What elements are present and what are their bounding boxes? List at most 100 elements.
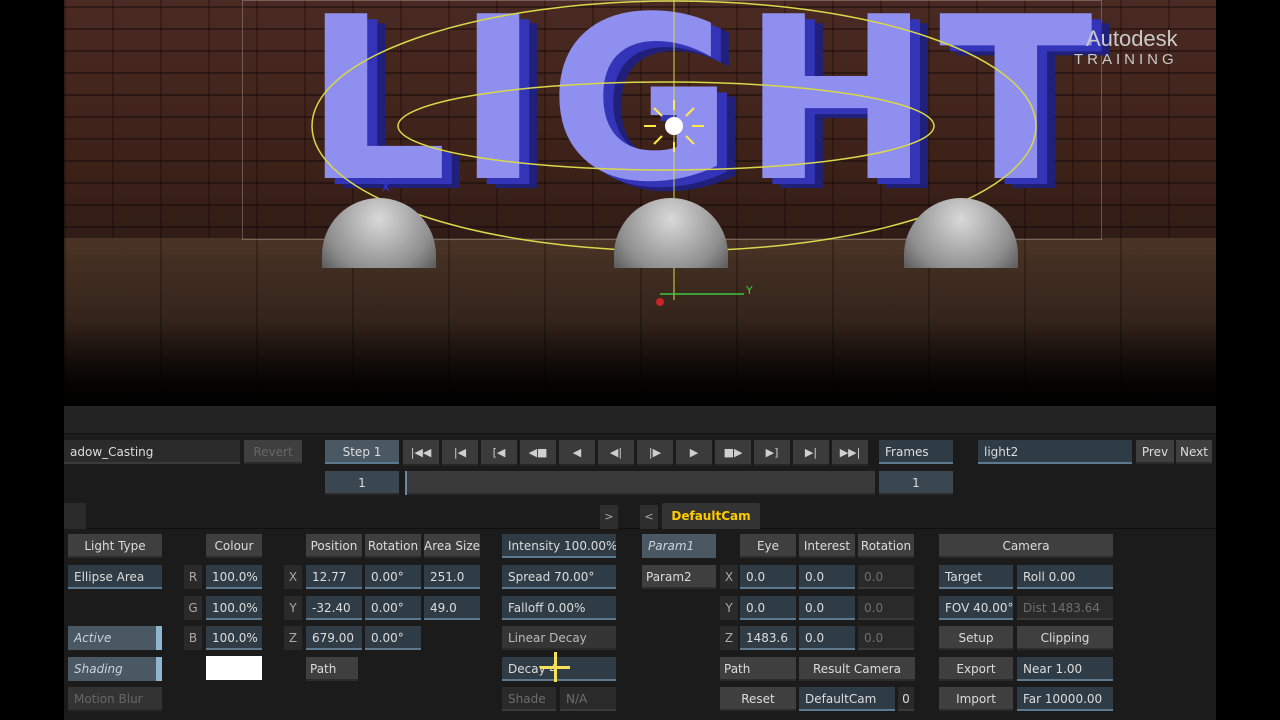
cam-x-label: X	[720, 565, 738, 589]
light-gizmo[interactable]	[64, 0, 1216, 406]
y-label: Y	[284, 596, 302, 620]
play-backward-icon[interactable]: ◀	[559, 440, 595, 466]
colour-header: Colour	[206, 534, 262, 558]
motion-blur-toggle[interactable]: Motion Blur	[68, 687, 162, 711]
step-button[interactable]: Step 1	[325, 440, 399, 464]
import-button[interactable]: Import	[939, 687, 1013, 711]
interest-z-field[interactable]: 0.0	[799, 626, 855, 650]
cam-rotation-z-field: 0.0	[858, 626, 914, 650]
step-value-field[interactable]: 1	[325, 471, 399, 495]
active-toggle[interactable]: Active	[68, 626, 162, 650]
clipping-button[interactable]: Clipping	[1017, 626, 1113, 650]
camera-header: Camera	[939, 534, 1113, 558]
left-tab-stub[interactable]	[64, 503, 86, 529]
export-button[interactable]: Export	[939, 657, 1013, 681]
light-path-button[interactable]: Path	[306, 657, 358, 681]
position-y-field[interactable]: -32.40	[306, 596, 362, 620]
falloff-field[interactable]: Falloff 0.00%	[502, 596, 616, 620]
g-label: G	[184, 596, 202, 620]
next-button[interactable]: Next	[1176, 440, 1212, 464]
x-label: X	[284, 565, 302, 589]
expand-left-button[interactable]: <	[640, 505, 658, 529]
area-size-x-field[interactable]: 251.0	[424, 565, 480, 589]
reset-button[interactable]: Reset	[720, 687, 796, 711]
intensity-field[interactable]: Intensity 100.00%	[502, 534, 616, 558]
dist-field: Dist 1483.64	[1017, 596, 1113, 620]
timeline-playhead[interactable]	[405, 471, 407, 495]
target-button[interactable]: Target	[939, 565, 1013, 589]
timeline-slider[interactable]	[405, 471, 875, 495]
shading-toggle[interactable]: Shading	[68, 657, 162, 681]
colour-swatch[interactable]	[206, 656, 262, 680]
colour-g-field[interactable]: 100.0%	[206, 596, 262, 620]
area-size-header: Area Size	[424, 534, 480, 558]
shade-na-field: N/A	[560, 687, 616, 711]
spread-field[interactable]: Spread 70.00°	[502, 565, 616, 589]
area-size-y-field[interactable]: 49.0	[424, 596, 480, 620]
roll-field[interactable]: Roll 0.00	[1017, 565, 1113, 589]
right-letterbox	[1216, 0, 1280, 406]
frame-forward-icon[interactable]: |▶	[637, 440, 673, 466]
light-editor-panel: adow_Casting Revert Step 1 1 |◀◀ |◀ [◀ ◀…	[64, 406, 1216, 720]
frames-value-field[interactable]: 1	[879, 471, 953, 495]
expand-right-button[interactable]: >	[600, 505, 618, 529]
tab-defaultcam[interactable]: DefaultCam	[662, 503, 760, 529]
play-forward-icon[interactable]: ▶	[676, 440, 712, 466]
reverse-play-icon[interactable]: ◀■	[520, 440, 556, 466]
step-back-icon[interactable]: [◀	[481, 440, 517, 466]
interest-header: Interest	[799, 534, 855, 558]
cam-rotation-header: Rotation	[858, 534, 914, 558]
eye-z-field[interactable]: 1483.6	[740, 626, 796, 650]
eye-x-field[interactable]: 0.0	[740, 565, 796, 589]
forward-play-icon[interactable]: ■▶	[715, 440, 751, 466]
prev-keyframe-icon[interactable]: |◀	[442, 440, 478, 466]
position-header: Position	[306, 534, 362, 558]
frames-button[interactable]: Frames	[879, 440, 953, 464]
colour-r-field[interactable]: 100.0%	[206, 565, 262, 589]
result-camera-button[interactable]: Result Camera	[799, 657, 915, 681]
interest-y-field[interactable]: 0.0	[799, 596, 855, 620]
frame-back-icon[interactable]: ◀|	[598, 440, 634, 466]
linear-decay-dropdown[interactable]: Linear Decay	[502, 626, 616, 650]
camera-index-field[interactable]: 0	[898, 687, 914, 711]
cam-rotation-y-field: 0.0	[858, 596, 914, 620]
fov-field[interactable]: FOV 40.00°	[939, 596, 1013, 620]
position-z-field[interactable]: 679.00	[306, 626, 362, 650]
position-x-field[interactable]: 12.77	[306, 565, 362, 589]
z-label: Z	[284, 626, 302, 650]
rotation-x-field[interactable]: 0.00°	[365, 565, 421, 589]
3d-viewport[interactable]: LIGHT X Y Autodesk TRAINING	[64, 0, 1216, 406]
panel-top-bar	[64, 406, 1216, 434]
light-type-dropdown[interactable]: Ellipse Area	[68, 565, 162, 589]
r-label: R	[184, 565, 202, 589]
rotation-y-field[interactable]: 0.00°	[365, 596, 421, 620]
param2-button[interactable]: Param2	[642, 565, 716, 589]
cam-y-label: Y	[720, 596, 738, 620]
eye-y-field[interactable]: 0.0	[740, 596, 796, 620]
light-name-field[interactable]: light2	[978, 440, 1132, 464]
prev-button[interactable]: Prev	[1136, 440, 1174, 464]
colour-b-field[interactable]: 100.0%	[206, 626, 262, 650]
interest-x-field[interactable]: 0.0	[799, 565, 855, 589]
rotation-header: Rotation	[365, 534, 421, 558]
b-label: B	[184, 626, 202, 650]
setup-button[interactable]: Setup	[939, 626, 1013, 650]
eye-header: Eye	[740, 534, 796, 558]
axis-label-y: Y	[746, 284, 753, 297]
step-forward-icon[interactable]: ▶]	[754, 440, 790, 466]
goto-end-icon[interactable]: ▶▶|	[832, 440, 868, 466]
cam-rotation-x-field: 0.0	[858, 565, 914, 589]
node-name-field[interactable]: adow_Casting	[64, 440, 240, 464]
near-field[interactable]: Near 1.00	[1017, 657, 1113, 681]
light-type-header: Light Type	[68, 534, 162, 558]
param1-button[interactable]: Param1	[642, 534, 716, 558]
camera-path-button[interactable]: Path	[720, 657, 796, 681]
default-cam-field[interactable]: DefaultCam	[799, 687, 895, 711]
far-field[interactable]: Far 10000.00	[1017, 687, 1113, 711]
shade-field: Shade	[502, 687, 556, 711]
mouse-cursor-icon	[540, 652, 570, 682]
goto-start-icon[interactable]: |◀◀	[403, 440, 439, 466]
rotation-z-field[interactable]: 0.00°	[365, 626, 421, 650]
revert-button[interactable]: Revert	[244, 440, 302, 464]
next-keyframe-icon[interactable]: ▶|	[793, 440, 829, 466]
